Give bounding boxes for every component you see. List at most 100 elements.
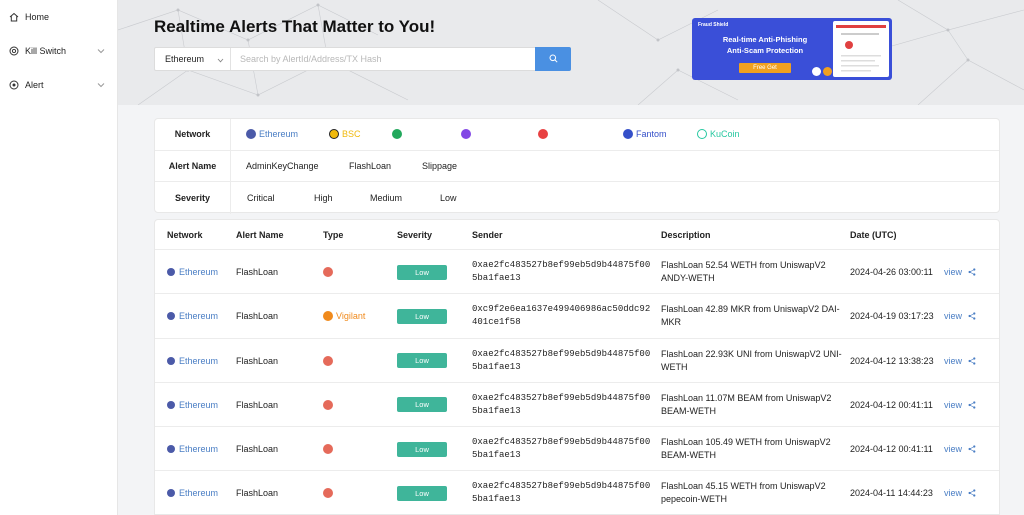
table-row[interactable]: Ethereum FlashLoan Low 0xae2fc483527b8ef…	[155, 339, 999, 383]
home-icon	[8, 12, 19, 23]
sidebar-item-alert[interactable]: Alert	[0, 68, 117, 102]
ethereum-icon	[246, 129, 256, 140]
severity-option-critical[interactable]: Critical	[247, 182, 275, 214]
network-option-polygon[interactable]	[461, 119, 474, 150]
alert-option-flashloan[interactable]: FlashLoan	[349, 151, 391, 182]
alert-option-slippage[interactable]: Slippage	[422, 151, 457, 182]
alert-name-cell: FlashLoan	[236, 399, 279, 410]
filter-label: Alert Name	[155, 150, 231, 181]
share-icon[interactable]	[968, 250, 976, 294]
hero-banner: Realtime Alerts That Matter to You! Ethe…	[118, 0, 1024, 105]
kill-switch-icon	[8, 46, 19, 57]
sidebar-item-label: Alert	[25, 80, 44, 90]
description-cell: FlashLoan 105.49 WETH from UniswapV2 BEAM…	[661, 437, 831, 461]
network-option-ethereum[interactable]: Ethereum	[246, 119, 298, 150]
network-option-huobi[interactable]	[392, 119, 405, 150]
severity-cell: Low	[397, 383, 447, 427]
description-cell: FlashLoan 11.07M BEAM from UniswapV2 BEAM…	[661, 392, 832, 416]
type-cell	[323, 471, 333, 514]
sender-cell: 0xc9f2e6ea1637e499406986ac50ddc92 401ce1f…	[472, 304, 651, 328]
date-cell: 2024-04-11 14:44:23	[850, 488, 933, 499]
sidebar-item-home[interactable]: Home	[0, 0, 117, 34]
network-option-fantom[interactable]: Fantom	[623, 119, 667, 150]
date-cell: 2024-04-12 00:41:11	[850, 444, 933, 455]
type-cell: Vigilant	[323, 294, 365, 338]
sender-cell: 0xae2fc483527b8ef99eb5d9b44875f00 5ba1fae…	[472, 481, 651, 505]
severity-cell: Low	[397, 427, 447, 471]
alert-type-icon	[323, 444, 333, 455]
view-link[interactable]: view	[944, 471, 962, 514]
filter-row-alert-name: Alert Name AdminKeyChange FlashLoan Slip…	[155, 150, 999, 182]
kucoin-icon	[697, 129, 707, 140]
table-row[interactable]: Ethereum FlashLoan Low 0xae2fc483527b8ef…	[155, 427, 999, 472]
filter-label: Network	[155, 119, 231, 150]
type-cell	[323, 250, 333, 294]
share-icon[interactable]	[968, 339, 976, 383]
network-cell[interactable]: Ethereum	[167, 339, 218, 383]
sender-cell: 0xae2fc483527b8ef99eb5d9b44875f00 5ba1fae…	[472, 392, 651, 416]
severity-option-medium[interactable]: Medium	[370, 182, 402, 214]
search-icon	[549, 50, 558, 68]
sidebar: Home Kill Switch Alert	[0, 0, 118, 515]
sidebar-item-kill-switch[interactable]: Kill Switch	[0, 34, 117, 68]
type-cell	[323, 339, 333, 383]
network-cell[interactable]: Ethereum	[167, 383, 218, 427]
severity-option-high[interactable]: High	[314, 182, 333, 214]
network-option-bsc[interactable]: BSC	[329, 119, 361, 150]
ethereum-icon	[167, 489, 175, 498]
sender-cell: 0xae2fc483527b8ef99eb5d9b44875f00 5ba1fae…	[472, 260, 651, 283]
alert-name-cell: FlashLoan	[236, 311, 279, 322]
network-option-kucoin[interactable]: KuCoin	[697, 119, 740, 150]
alert-option-admin-key-change[interactable]: AdminKeyChange	[246, 151, 319, 182]
share-icon[interactable]	[968, 471, 976, 514]
view-link[interactable]: view	[944, 339, 962, 383]
table-row[interactable]: Ethereum FlashLoan Low 0xae2fc483527b8ef…	[155, 471, 999, 514]
alert-type-icon	[323, 355, 333, 366]
network-cell[interactable]: Ethereum	[167, 294, 218, 338]
chevron-down-icon	[97, 80, 105, 90]
view-link[interactable]: view	[944, 383, 962, 427]
polygon-icon	[461, 129, 471, 140]
column-header-date: Date (UTC)	[850, 230, 897, 240]
page-title: Realtime Alerts That Matter to You!	[154, 17, 436, 36]
bsc-icon	[329, 129, 339, 140]
table-header: Network Alert Name Type Severity Sender …	[155, 220, 999, 250]
promo-banner[interactable]: Fraud Shield Real-time Anti-Phishing Ant…	[692, 18, 892, 80]
severity-badge: Low	[397, 308, 447, 324]
network-select[interactable]: Ethereum	[155, 48, 231, 70]
table-row[interactable]: Ethereum FlashLoan Low 0xae2fc483527b8ef…	[155, 383, 999, 428]
search-button[interactable]	[535, 47, 571, 71]
share-icon[interactable]	[968, 427, 976, 471]
severity-badge: Low	[397, 485, 447, 501]
table-row[interactable]: Ethereum FlashLoan Vigilant Low 0xc9f2e6…	[155, 294, 999, 339]
severity-cell: Low	[397, 250, 447, 294]
table-row[interactable]: Ethereum FlashLoan Low 0xae2fc483527b8ef…	[155, 250, 999, 295]
share-icon[interactable]	[968, 294, 976, 338]
sidebar-item-label: Kill Switch	[25, 46, 67, 56]
sender-cell: 0xae2fc483527b8ef99eb5d9b44875f00 5ba1fae…	[472, 348, 651, 372]
chevron-down-icon	[217, 55, 224, 65]
chevron-down-icon	[97, 46, 105, 56]
network-cell[interactable]: Ethereum	[167, 427, 218, 471]
view-link[interactable]: view	[944, 294, 962, 338]
column-header-alert-name: Alert Name	[236, 230, 284, 240]
date-cell: 2024-04-12 13:38:23	[850, 355, 934, 366]
share-icon[interactable]	[968, 383, 976, 427]
date-cell: 2024-04-19 03:17:23	[850, 311, 934, 322]
network-cell[interactable]: Ethereum	[167, 250, 218, 294]
severity-option-low[interactable]: Low	[440, 182, 457, 214]
search-input[interactable]	[231, 48, 535, 70]
severity-badge: Low	[397, 441, 447, 457]
description-cell: FlashLoan 52.54 WETH from UniswapV2 ANDY-…	[661, 260, 826, 283]
fantom-icon	[623, 129, 633, 140]
network-option-avalanche[interactable]	[538, 119, 551, 150]
column-header-network: Network	[167, 230, 203, 240]
network-cell[interactable]: Ethereum	[167, 471, 218, 514]
view-link[interactable]: view	[944, 250, 962, 294]
date-cell: 2024-04-12 00:41:11	[850, 399, 933, 410]
promo-free-get-button[interactable]: Free Get	[739, 63, 791, 73]
description-cell: FlashLoan 45.15 WETH from UniswapV2 pepec…	[661, 481, 826, 505]
filter-row-severity: Severity Critical High Medium Low	[155, 182, 999, 214]
ethereum-icon	[167, 445, 175, 454]
view-link[interactable]: view	[944, 427, 962, 471]
